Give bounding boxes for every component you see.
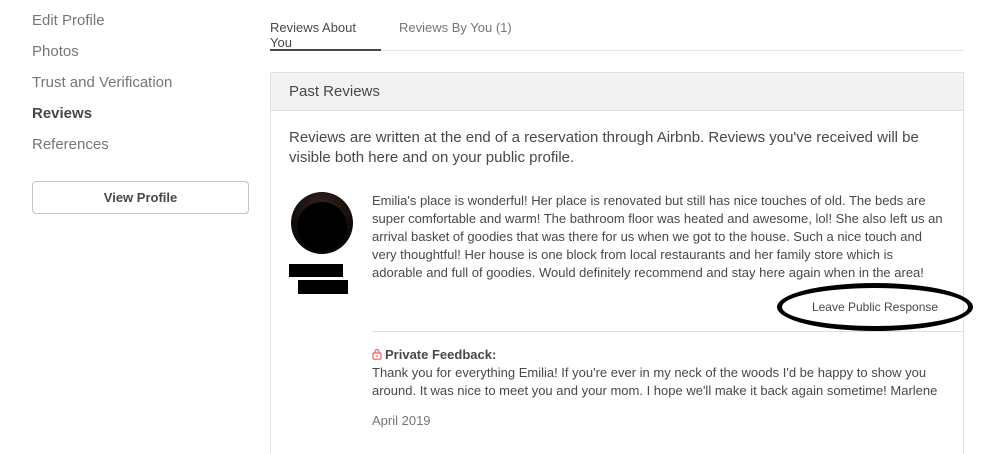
redacted-name-bar bbox=[298, 280, 348, 294]
sidebar: Edit Profile Photos Trust and Verificati… bbox=[32, 10, 249, 165]
divider bbox=[372, 331, 964, 332]
private-feedback-text: Thank you for everything Emilia! If you'… bbox=[372, 365, 938, 398]
lock-icon bbox=[372, 348, 382, 360]
sidebar-item-reviews[interactable]: Reviews bbox=[32, 103, 249, 134]
review-tabs: Reviews About You Reviews By You (1) bbox=[270, 0, 964, 51]
review-text: Emilia's place is wonderful! Her place i… bbox=[372, 193, 943, 280]
sidebar-item-edit-profile[interactable]: Edit Profile bbox=[32, 10, 249, 41]
review-date: April 2019 bbox=[372, 413, 431, 428]
avatar[interactable] bbox=[291, 192, 353, 254]
private-feedback-label: Private Feedback: bbox=[385, 347, 497, 362]
private-feedback-heading: Private Feedback: bbox=[372, 346, 496, 364]
sidebar-item-photos[interactable]: Photos bbox=[32, 41, 249, 72]
panel-title: Past Reviews bbox=[271, 73, 963, 111]
tab-reviews-about-you[interactable]: Reviews About You bbox=[270, 20, 381, 51]
past-reviews-panel: Past Reviews Reviews are written at the … bbox=[270, 72, 973, 454]
tab-reviews-by-you[interactable]: Reviews By You (1) bbox=[399, 20, 512, 51]
sidebar-item-trust-verification[interactable]: Trust and Verification bbox=[32, 72, 249, 103]
redacted-name-bar bbox=[289, 264, 343, 277]
view-profile-button[interactable]: View Profile bbox=[32, 181, 249, 214]
reviews-intro-text: Reviews are written at the end of a rese… bbox=[289, 129, 919, 166]
sidebar-item-references[interactable]: References bbox=[32, 134, 249, 165]
leave-public-response-link[interactable]: Leave Public Response bbox=[777, 283, 973, 331]
